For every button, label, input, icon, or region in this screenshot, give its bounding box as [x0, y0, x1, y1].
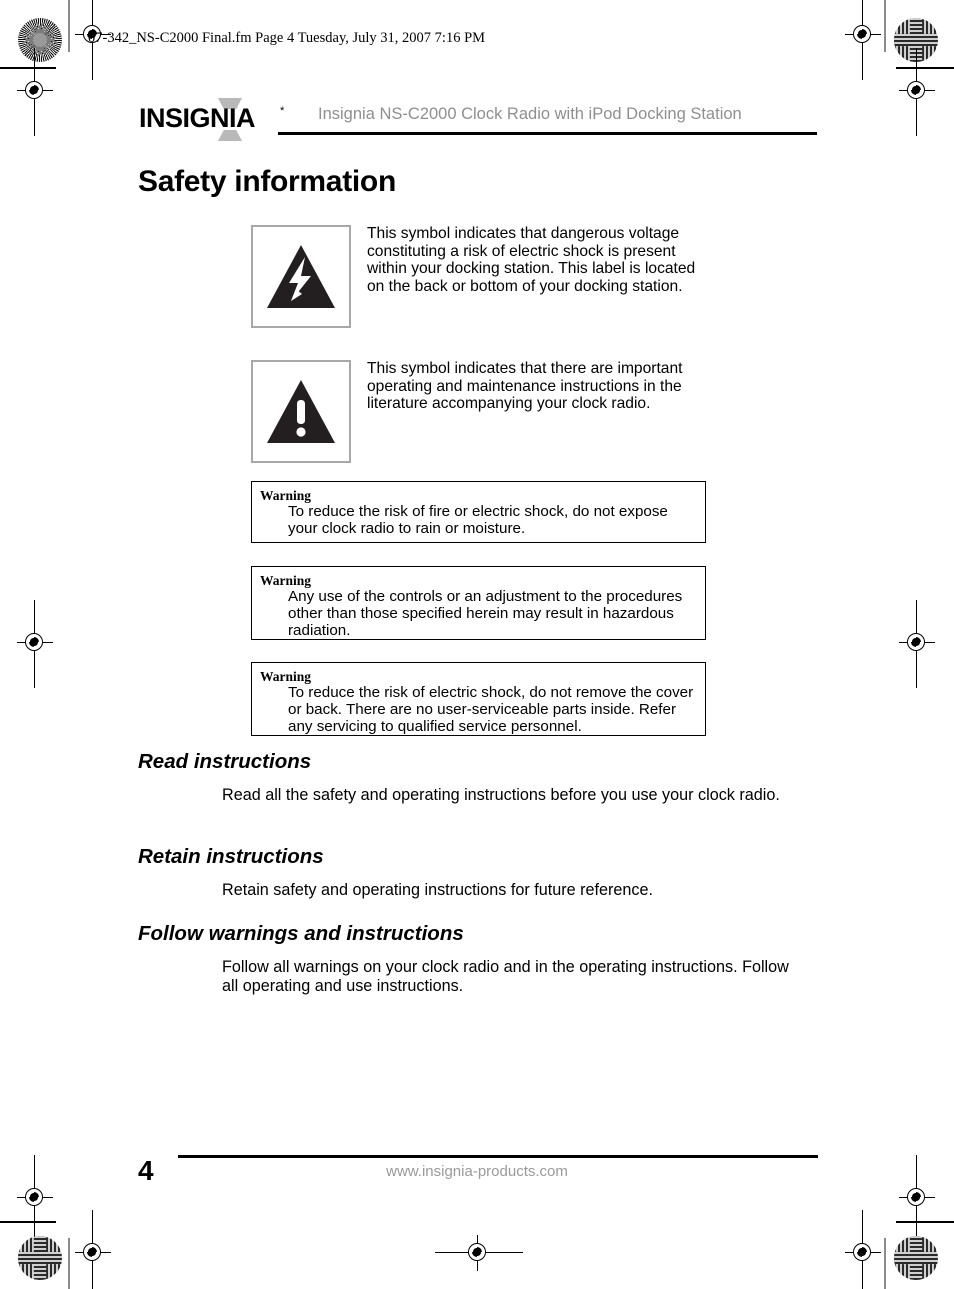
warning-text: Any use of the controls or an adjustment…: [288, 588, 683, 640]
registration-target-right-middle: [899, 600, 935, 688]
symbol-row-high-voltage: This symbol indicates that dangerous vol…: [251, 225, 711, 328]
registration-target-left-middle: [17, 600, 53, 688]
running-header-title: Insignia NS-C2000 Clock Radio with iPod …: [318, 105, 742, 123]
lightning-bolt-triangle-icon: [267, 245, 335, 308]
section-body-read-instructions: Read all the safety and operating instru…: [222, 786, 780, 804]
section-body-follow-warnings: Follow all warnings on your clock radio …: [222, 958, 789, 995]
attention-symbol-text: This symbol indicates that there are imp…: [367, 360, 683, 413]
registration-target-left-lower: [17, 1155, 53, 1243]
registration-target-bottom-center: [435, 1235, 523, 1271]
warning-box-radiation: Warning Any use of the controls or an ad…: [251, 566, 706, 640]
rosette-mark-bottom-left: [18, 1236, 62, 1280]
trim-line-bottom-right-horizontal: [896, 1221, 954, 1223]
trim-line-right-vertical-top: [884, 0, 886, 52]
registration-target-right-lower: [899, 1155, 935, 1243]
logo-trademark-symbol: *: [280, 105, 285, 117]
attention-symbol-box: [251, 360, 351, 463]
registration-target-bottom-left: [75, 1210, 111, 1289]
high-voltage-symbol-box: [251, 225, 351, 328]
warning-label: Warning: [260, 488, 312, 503]
trim-line-top-left-horizontal: [0, 67, 56, 69]
warning-label: Warning: [260, 669, 312, 684]
section-heading-retain-instructions: Retain instructions: [138, 845, 324, 868]
registration-target-left-upper: [17, 48, 53, 136]
high-voltage-symbol-text: This symbol indicates that dangerous vol…: [367, 225, 696, 295]
logo-wordmark: INSIGNIA: [139, 103, 256, 133]
warning-box-moisture: Warning To reduce the risk of fire or el…: [251, 481, 706, 543]
footer-url: www.insignia-products.com: [386, 1163, 568, 1180]
exclamation-triangle-icon: [267, 380, 335, 443]
trim-line-left-vertical-bottom: [68, 1238, 70, 1289]
rosette-mark-top-left: [18, 18, 62, 62]
trim-line-top-right-horizontal: [896, 67, 954, 69]
section-body-retain-instructions: Retain safety and operating instructions…: [222, 881, 654, 899]
footer-rule: [178, 1155, 818, 1158]
section-heading-follow-warnings: Follow warnings and instructions: [138, 922, 464, 945]
warning-text: To reduce the risk of fire or electric s…: [288, 503, 668, 538]
registration-target-top-right: [845, 0, 881, 80]
rosette-mark-bottom-right: [894, 1236, 938, 1280]
insignia-logo: INSIGNIA *: [139, 98, 289, 141]
warning-text: To reduce the risk of electric shock, do…: [288, 684, 694, 736]
warning-label: Warning: [260, 573, 312, 588]
framemaker-file-header: 07-342_NS-C2000 Final.fm Page 4 Tuesday,…: [88, 30, 486, 46]
header-rule: [278, 132, 817, 135]
manual-page: 07-342_NS-C2000 Final.fm Page 4 Tuesday,…: [0, 0, 954, 1289]
registration-target-right-upper: [899, 48, 935, 136]
trim-line-bottom-left-horizontal: [0, 1221, 56, 1223]
section-heading-read-instructions: Read instructions: [138, 750, 312, 773]
page-title: Safety information: [138, 165, 396, 198]
warning-box-cover-removal: Warning To reduce the risk of electric s…: [251, 662, 706, 736]
symbol-row-attention: This symbol indicates that there are imp…: [251, 360, 711, 463]
trim-line-left-vertical-top: [68, 0, 70, 52]
trim-line-right-vertical-bottom: [884, 1238, 886, 1289]
registration-target-bottom-right: [845, 1210, 881, 1289]
